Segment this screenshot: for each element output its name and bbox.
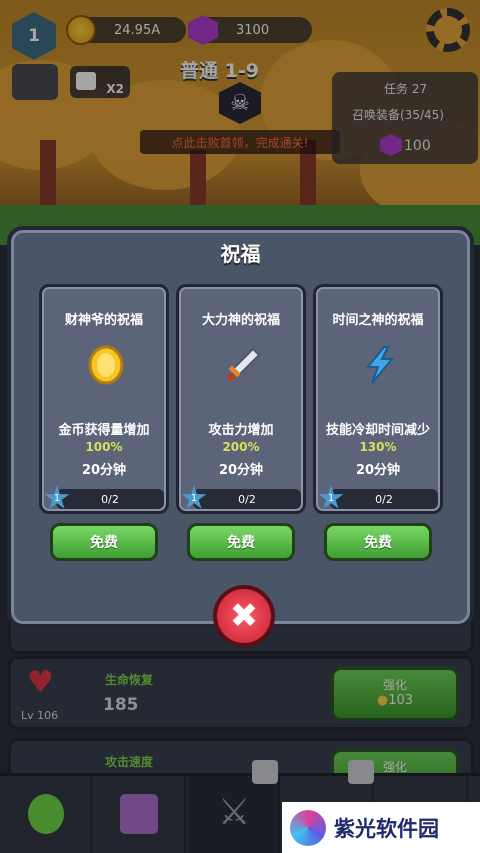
progress-text: 0/2 (101, 492, 119, 506)
blessing-level: 1 (53, 492, 61, 504)
card-title: 财神爷的祝福 (64, 313, 143, 328)
game-scene: 1 24.95A 3100 X2 普通 1-9 ☠ 点此击败首领，完成通关! 任… (0, 0, 480, 853)
card-percent: 130% (359, 440, 397, 454)
blessing-progress: 1 0/2 (181, 485, 301, 509)
progress-text: 0/2 (238, 492, 256, 506)
blessing-card-strength: 大力神的祝福 攻击力增加 200% 20分钟 1 0/2 (176, 284, 306, 514)
level-star-icon: 1 (44, 485, 70, 509)
card-desc: 技能冷却时间减少 (325, 423, 430, 438)
card-duration: 20分钟 (355, 463, 401, 478)
card-title: 时间之神的祝福 (332, 313, 424, 328)
card-desc: 攻击力增加 (208, 423, 274, 438)
progress-text: 0/2 (375, 492, 393, 506)
watermark: 紫光软件园 (282, 802, 480, 853)
free-button-strength[interactable]: 免费 (187, 523, 295, 561)
gold-coin-icon (88, 345, 124, 385)
blessing-level: 1 (327, 492, 335, 504)
lightning-icon (365, 346, 395, 384)
card-duration: 20分钟 (81, 463, 127, 478)
sword-icon (227, 347, 261, 381)
free-button-time[interactable]: 免费 (324, 523, 432, 561)
watermark-logo-icon (290, 809, 326, 846)
blessing-progress: 1 0/2 (44, 485, 164, 509)
watermark-text: 紫光软件园 (334, 816, 439, 841)
card-percent: 200% (222, 440, 260, 454)
level-star-icon: 1 (318, 485, 344, 509)
close-x-icon: ✖ (229, 596, 259, 636)
close-button[interactable]: ✖ (213, 585, 275, 647)
blessing-card-wealth: 财神爷的祝福 金币获得量增加 100% 20分钟 1 0/2 (39, 284, 169, 514)
level-star-icon: 1 (181, 485, 207, 509)
card-desc: 金币获得量增加 (58, 423, 150, 438)
blessing-level: 1 (190, 492, 198, 504)
card-title: 大力神的祝福 (201, 313, 280, 328)
blessing-card-time: 时间之神的祝福 技能冷却时间减少 130% 20分钟 1 0/2 (313, 284, 443, 514)
card-percent: 100% (85, 440, 123, 454)
dialog-title: 祝福 (220, 242, 261, 266)
blessing-progress: 1 0/2 (318, 485, 438, 509)
free-button-wealth[interactable]: 免费 (50, 523, 158, 561)
blessing-dialog: 祝福 财神爷的祝福 金币获得量增加 100% 20分钟 1 0/2 大力神的祝福 … (7, 226, 474, 628)
card-duration: 20分钟 (218, 463, 264, 478)
